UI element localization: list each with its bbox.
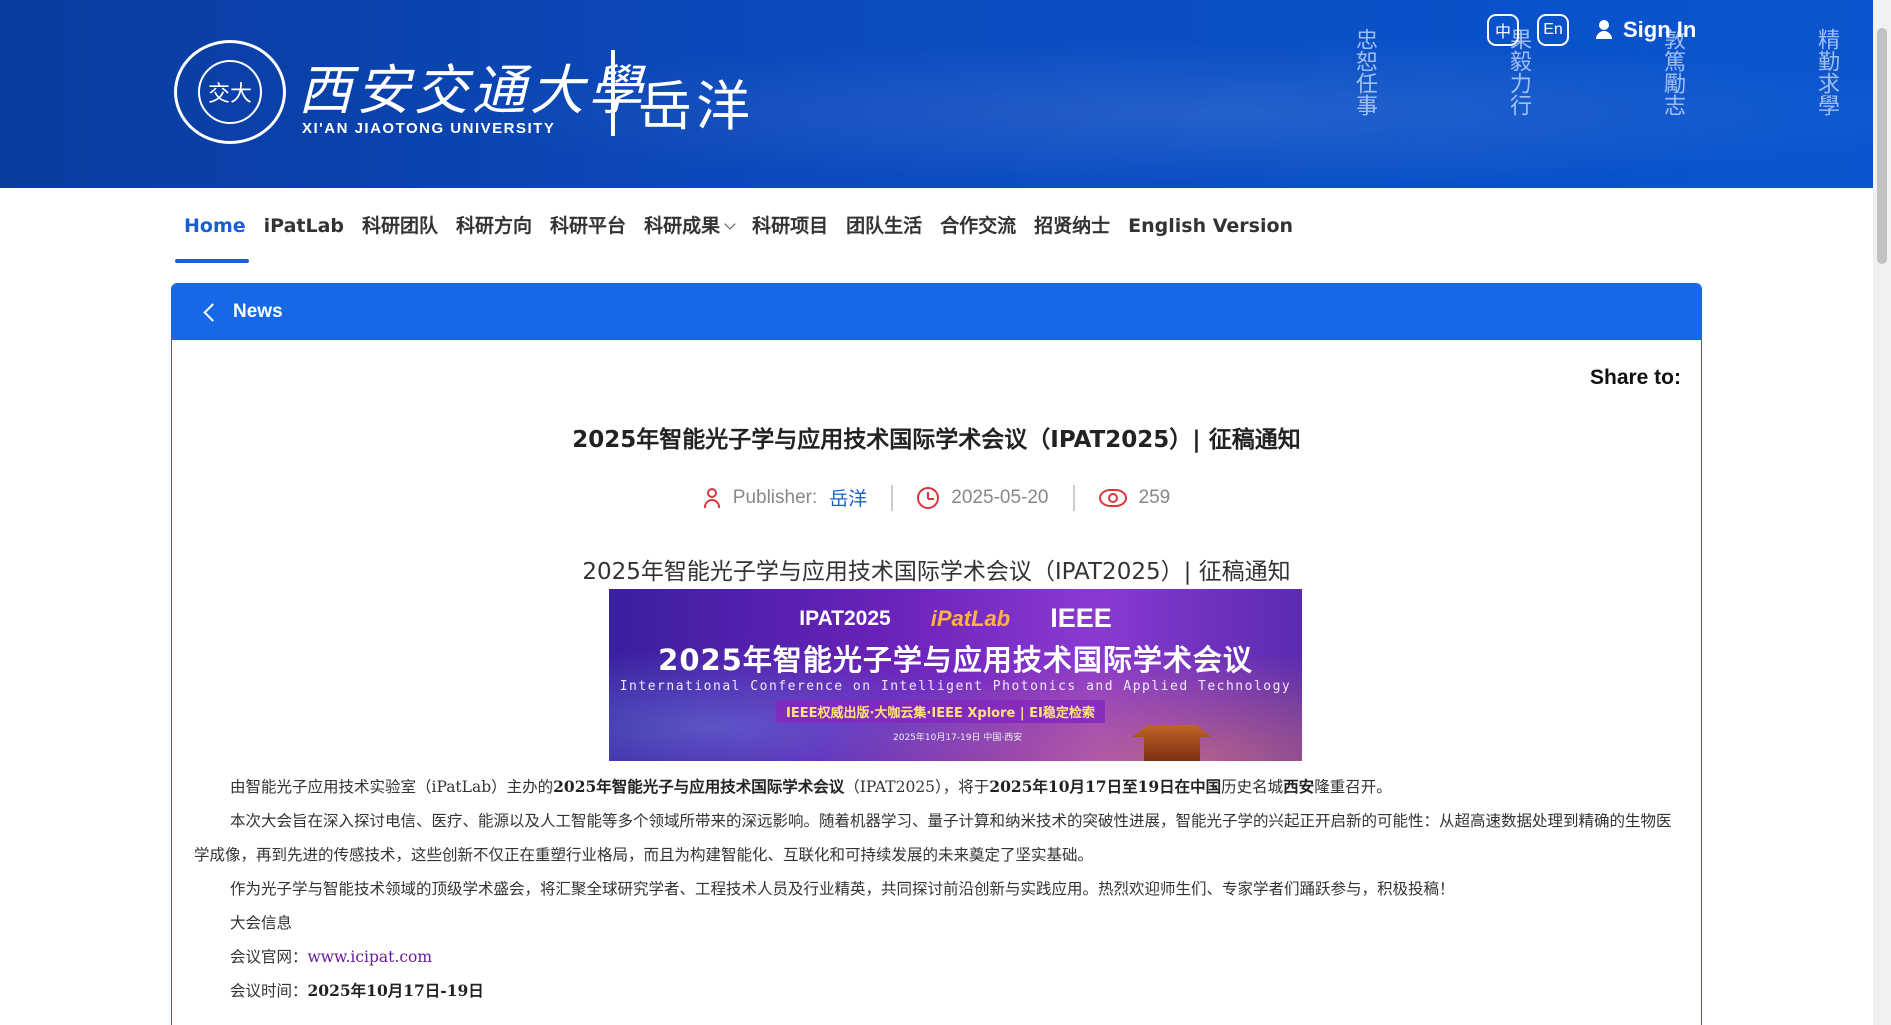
motto-column: 忠恕任事 [1252, 28, 1380, 116]
paragraph-scope: 本次大会旨在深入探讨电信、医疗、能源以及人工智能等多个领域所带来的深远影响。随着… [194, 812, 1672, 864]
time-label: 会议时间： [230, 982, 308, 1000]
meta-views: 259 [1098, 486, 1171, 509]
nav-item-cooperation[interactable]: 合作交流 [931, 208, 1025, 244]
article-body: 由智能光子应用技术实验室（iPatLab）主办的2025年智能光子与应用技术国际… [194, 770, 1684, 1008]
site-header: 交大 西安交通大學 XI'AN JIAOTONG UNIVERSITY 岳洋 忠… [0, 0, 1873, 188]
ipatlab-logo: iPatLab [930, 605, 1011, 631]
conference-date: 2025年10月17日至19日在中国 [989, 777, 1222, 796]
article-subtitle: 2025年智能光子学与应用技术国际学术会议（IPAT2025）| 征稿通知 [582, 559, 1291, 585]
motto-text: 精勤求學 [1814, 28, 1839, 116]
meta-divider [891, 484, 894, 511]
meta-date: 2025-05-20 [917, 486, 1049, 509]
back-label: News [233, 301, 283, 322]
text-run: 历史名城 [1221, 778, 1284, 796]
paragraph-intro: 由智能光子应用技术实验室（iPatLab）主办的2025年智能光子与应用技术国际… [194, 770, 1684, 804]
banner-logos: IPAT2025 iPatLab IEEE [609, 603, 1302, 634]
nav-item-research-direction[interactable]: 科研方向 [447, 208, 541, 244]
nav-item-research-projects[interactable]: 科研项目 [743, 208, 837, 244]
paragraph-time: 会议时间：2025年10月17日-19日 [194, 974, 1684, 1008]
meta-publisher: Publisher: 岳洋 [703, 484, 867, 511]
university-name-en: XI'AN JIAOTONG UNIVERSITY [302, 120, 556, 137]
clock-icon [917, 486, 940, 509]
nav-item-research-platform[interactable]: 科研平台 [541, 208, 635, 244]
nav-item-recruitment[interactable]: 招贤纳士 [1025, 208, 1119, 244]
lang-english-button[interactable]: En [1537, 14, 1569, 46]
site-name[interactable]: 岳洋 [638, 62, 754, 141]
bell-tower-graphic [1132, 725, 1212, 761]
sign-in-button[interactable]: Sign In [1595, 17, 1696, 43]
nav-item-ipatlab[interactable]: iPatLab [255, 208, 353, 244]
university-name-cn[interactable]: 西安交通大學 [298, 46, 646, 125]
nav-item-home[interactable]: Home [175, 208, 255, 244]
website-link[interactable]: www.icipat.com [308, 948, 433, 966]
nav-item-research-team[interactable]: 科研团队 [353, 208, 447, 244]
conference-banner-image: IPAT2025 iPatLab IEEE 2025年智能光子学与应用技术国际学… [609, 589, 1302, 761]
university-seal-logo[interactable]: 交大 [174, 40, 286, 144]
eye-icon [1098, 488, 1127, 507]
nav-item-label: 科研成果 [644, 215, 721, 237]
chevron-down-icon [724, 218, 736, 230]
chevron-left-icon [203, 302, 222, 322]
page-scrollbar[interactable] [1873, 0, 1891, 1025]
publisher-label: Publisher: [732, 486, 818, 508]
user-icon [1595, 20, 1613, 40]
person-icon [703, 487, 721, 509]
paragraph-invitation: 作为光子学与智能技术领域的顶级学术盛会，将汇聚全球研究学者、工程技术人员及行业精… [230, 880, 1455, 898]
article-title: 2025年智能光子学与应用技术国际学术会议（IPAT2025）| 征稿通知 [572, 427, 1301, 453]
banner-date-line: 2025年10月17-19日 中国·西安 [893, 733, 1023, 743]
nav-item-research-results[interactable]: 科研成果 [635, 208, 743, 244]
main-nav: Home iPatLab 科研团队 科研方向 科研平台 科研成果 科研项目 团队… [175, 208, 1302, 244]
header-divider [611, 50, 615, 136]
ipat-logo: IPAT2025 [799, 606, 891, 630]
banner-title-cn: 2025年智能光子学与应用技术国际学术会议 [658, 643, 1253, 677]
banner-title-en: International Conference on Intelligent … [619, 679, 1292, 694]
news-back-bar[interactable]: News [172, 284, 1701, 340]
nav-active-indicator [175, 259, 249, 263]
text-run: 由智能光子应用技术实验室（iPatLab）主办的 [230, 778, 554, 796]
website-label: 会议官网： [230, 948, 308, 966]
view-count: 259 [1138, 486, 1171, 508]
sign-in-label: Sign In [1623, 17, 1697, 42]
article-panel: News Share to: 2025年智能光子学与应用技术国际学术会议（IPA… [171, 283, 1702, 1025]
scrollbar-thumb[interactable] [1877, 28, 1887, 264]
publisher-link[interactable]: 岳洋 [829, 484, 867, 511]
time-value: 2025年10月17日-19日 [307, 981, 484, 1000]
article-meta: Publisher: 岳洋 2025-05-20 259 [172, 484, 1701, 511]
conference-city: 西安 [1283, 777, 1315, 796]
text-run: （IPAT2025），将于 [844, 778, 990, 796]
paragraph-website: 会议官网：www.icipat.com [194, 940, 1684, 974]
seal-emblem: 交大 [198, 60, 262, 124]
nav-item-team-life[interactable]: 团队生活 [837, 208, 931, 244]
text-run: 隆重召开。 [1314, 778, 1392, 796]
top-utility-bar: 中 En Sign In [1487, 14, 1696, 46]
ieee-logo: IEEE [1050, 603, 1112, 633]
banner-publication-line: IEEE权威出版·大咖云集·IEEE Xplore | EI稳定检索 [776, 700, 1105, 723]
conference-name: 2025年智能光子与应用技术国际学术会议 [553, 777, 845, 796]
paragraph-info-heading: 大会信息 [230, 914, 293, 932]
meta-divider [1072, 484, 1075, 511]
motto-column: 精勤求學 [1714, 28, 1842, 116]
publish-date: 2025-05-20 [951, 486, 1049, 508]
lang-chinese-button[interactable]: 中 [1487, 14, 1519, 46]
nav-item-english-version[interactable]: English Version [1119, 208, 1302, 244]
share-label: Share to: [1589, 366, 1681, 389]
motto-text: 忠恕任事 [1352, 28, 1377, 116]
